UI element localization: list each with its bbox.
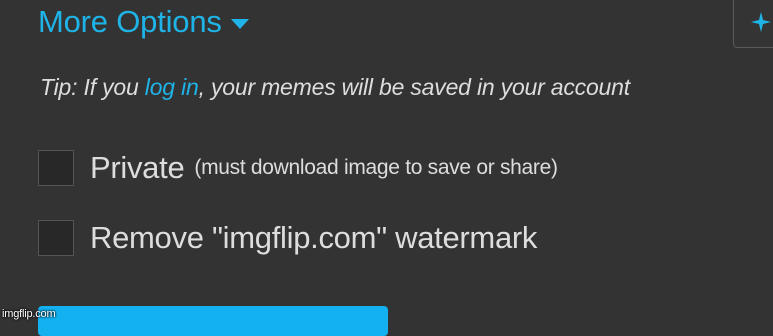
imgflip-watermark-logo: imgflip.com [2, 308, 56, 320]
private-option[interactable]: Private (must download image to save or … [38, 150, 558, 186]
private-note: (must download image to save or share) [194, 156, 558, 179]
caret-down-icon [230, 19, 249, 29]
more-options-label: More Options [38, 4, 222, 39]
sparkle-button[interactable] [733, 0, 773, 48]
tip-suffix: , your memes will be saved in your accou… [198, 74, 631, 100]
private-checkbox[interactable] [38, 150, 74, 186]
login-link[interactable]: log in [145, 74, 199, 100]
generate-meme-button[interactable] [38, 306, 388, 336]
private-label[interactable]: Private [90, 150, 185, 186]
remove-watermark-checkbox[interactable] [38, 220, 74, 256]
remove-watermark-label[interactable]: Remove "imgflip.com" watermark [90, 220, 537, 256]
login-tip: Tip: If you log in, your memes will be s… [40, 74, 630, 101]
tip-prefix: Tip: If you [40, 74, 145, 100]
more-options-toggle[interactable]: More Options [38, 2, 249, 42]
remove-watermark-option[interactable]: Remove "imgflip.com" watermark [38, 220, 537, 256]
sparkle-icon [750, 11, 772, 33]
